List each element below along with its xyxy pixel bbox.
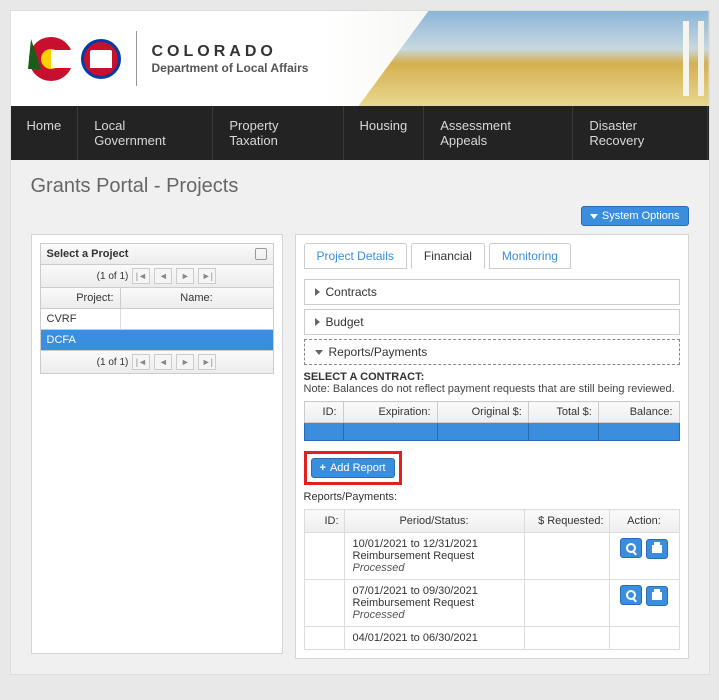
panel-title: Select a Project: [47, 248, 129, 260]
page-info: (1 of 1): [97, 357, 129, 368]
reports-table: ID: Period/Status: $ Requested: Action: …: [304, 509, 680, 650]
pager-prev-button[interactable]: ◄: [154, 354, 172, 370]
system-options-button[interactable]: System Options: [581, 206, 689, 226]
add-report-highlight: + Add Report: [304, 451, 402, 485]
pager-prev-button[interactable]: ◄: [154, 268, 172, 284]
pager-next-button[interactable]: ►: [176, 268, 194, 284]
caret-down-icon: [315, 350, 323, 355]
magnifier-icon: [626, 590, 636, 600]
project-row-dcfa[interactable]: DCFA: [40, 330, 274, 351]
balance-note: Note: Balances do not reflect payment re…: [304, 383, 680, 395]
dola-seal-icon: [81, 39, 121, 79]
reports-payments-label: Reports/Payments:: [304, 491, 680, 503]
caret-right-icon: [315, 318, 320, 326]
pager-last-button[interactable]: ►|: [198, 354, 216, 370]
print-button[interactable]: [646, 586, 668, 606]
col-id: ID:: [304, 402, 343, 423]
pager-next-button[interactable]: ►: [176, 354, 194, 370]
report-row: 10/01/2021 to 12/31/2021 Reimbursement R…: [304, 533, 679, 580]
add-report-button[interactable]: + Add Report: [311, 458, 395, 478]
contract-row-selected[interactable]: [304, 423, 679, 441]
header-title: COLORADO: [152, 43, 309, 61]
col-requested: $ Requested:: [524, 510, 609, 533]
pager-bottom: (1 of 1) |◄ ◄ ► ►|: [40, 351, 274, 374]
page-title: Grants Portal - Projects: [31, 175, 689, 198]
report-row: 07/01/2021 to 09/30/2021 Reimbursement R…: [304, 580, 679, 627]
magnifier-icon: [626, 543, 636, 553]
col-balance: Balance:: [598, 402, 679, 423]
col-expiration: Expiration:: [343, 402, 437, 423]
nav-home[interactable]: Home: [11, 106, 79, 160]
pager-last-button[interactable]: ►|: [198, 268, 216, 284]
details-panel: Project Details Financial Monitoring Con…: [295, 234, 689, 659]
accordion-contracts[interactable]: Contracts: [304, 279, 680, 305]
chevron-down-icon: [590, 214, 598, 219]
accordion-reports-payments[interactable]: Reports/Payments: [304, 339, 680, 365]
caret-right-icon: [315, 288, 320, 296]
tab-financial[interactable]: Financial: [411, 243, 485, 269]
pager-top: (1 of 1) |◄ ◄ ► ►|: [40, 265, 274, 288]
select-contract-label: SELECT A CONTRACT:: [304, 371, 680, 383]
col-period-status: Period/Status:: [344, 510, 524, 533]
page-info: (1 of 1): [97, 271, 129, 282]
header-subtitle: Department of Local Affairs: [152, 61, 309, 75]
col-total: Total $:: [528, 402, 598, 423]
nav-local-government[interactable]: Local Government: [78, 106, 213, 160]
tab-project-details[interactable]: Project Details: [304, 243, 407, 269]
report-row: 04/01/2021 to 06/30/2021: [304, 627, 679, 650]
view-button[interactable]: [620, 538, 642, 558]
project-row-cvrf[interactable]: CVRF: [40, 309, 274, 330]
accordion-budget[interactable]: Budget: [304, 309, 680, 335]
project-selector-panel: Select a Project (1 of 1) |◄ ◄ ► ►| Proj…: [31, 234, 283, 654]
col-action: Action:: [609, 510, 679, 533]
banner-photo: [359, 11, 709, 106]
col-name: Name:: [121, 288, 273, 308]
refresh-icon[interactable]: [255, 248, 267, 260]
plus-icon: +: [320, 462, 326, 474]
contracts-table: ID: Expiration: Original $: Total $: Bal…: [304, 401, 680, 441]
view-button[interactable]: [620, 585, 642, 605]
print-button[interactable]: [646, 539, 668, 559]
col-original: Original $:: [437, 402, 528, 423]
col-project: Project:: [41, 288, 121, 308]
pager-first-button[interactable]: |◄: [132, 354, 150, 370]
nav-property-taxation[interactable]: Property Taxation: [213, 106, 343, 160]
nav-assessment-appeals[interactable]: Assessment Appeals: [424, 106, 573, 160]
printer-icon: [652, 592, 662, 600]
header-banner: COLORADO Department of Local Affairs: [11, 11, 709, 106]
main-nav: Home Local Government Property Taxation …: [11, 106, 709, 160]
nav-disaster-recovery[interactable]: Disaster Recovery: [573, 106, 708, 160]
printer-icon: [652, 545, 662, 553]
tab-monitoring[interactable]: Monitoring: [489, 243, 571, 269]
colorado-c-logo: [26, 34, 76, 84]
pager-first-button[interactable]: |◄: [132, 268, 150, 284]
col-id: ID:: [304, 510, 344, 533]
nav-housing[interactable]: Housing: [344, 106, 425, 160]
